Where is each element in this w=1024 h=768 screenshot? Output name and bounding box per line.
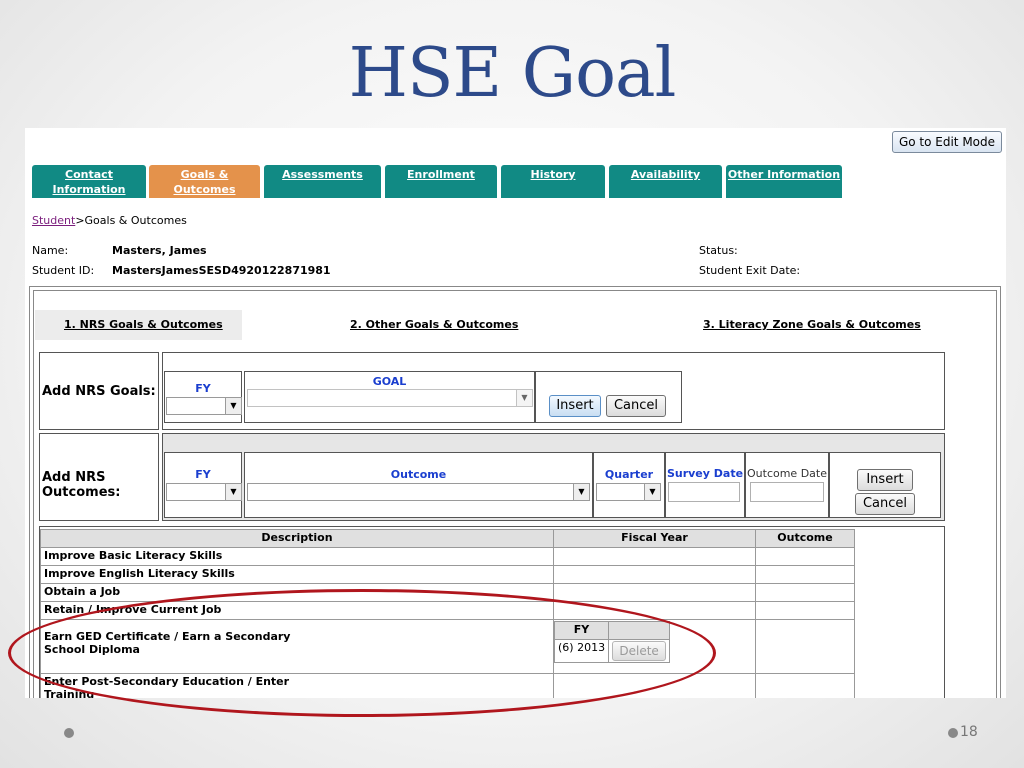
goal-description: Retain / Improve Current Job bbox=[40, 601, 554, 620]
fiscal-year-header: Fiscal Year bbox=[553, 529, 756, 548]
outcomes-fy-header: FY bbox=[195, 468, 211, 481]
delete-goal-button[interactable]: Delete bbox=[612, 641, 667, 661]
goals-cancel-button[interactable]: Cancel bbox=[606, 395, 666, 417]
breadcrumb: Student>Goals & Outcomes bbox=[32, 214, 187, 227]
chevron-down-icon: ▼ bbox=[225, 484, 241, 500]
outcomes-cancel-button[interactable]: Cancel bbox=[855, 493, 915, 515]
outcomes-quarter-header: Quarter bbox=[604, 468, 654, 481]
goals-goal-header: GOAL bbox=[372, 375, 407, 388]
goals-table: Description Fiscal Year Outcome Improve … bbox=[40, 529, 855, 698]
tab-assessments[interactable]: Assessments bbox=[264, 165, 381, 198]
goals-fy-select[interactable]: ▼ bbox=[166, 397, 242, 415]
tab-other-information[interactable]: Other Information bbox=[726, 165, 842, 198]
chevron-down-icon: ▼ bbox=[644, 484, 660, 500]
description-header: Description bbox=[40, 529, 554, 548]
outcomes-quarter-select[interactable]: ▼ bbox=[596, 483, 661, 501]
outcomes-fy-select[interactable]: ▼ bbox=[166, 483, 242, 501]
goal-description: Earn GED Certificate / Earn a Secondary … bbox=[44, 630, 291, 656]
goals-insert-button[interactable]: Insert bbox=[549, 395, 601, 417]
chevron-down-icon: ▼ bbox=[516, 390, 532, 406]
table-row: Enter Post-Secondary Education / Enter T… bbox=[40, 673, 855, 698]
status-label: Status: bbox=[699, 244, 738, 257]
chevron-down-icon: ▼ bbox=[225, 398, 241, 414]
outcomes-survey-header: Survey Date bbox=[666, 467, 744, 480]
fy-subtable: FY (6) 2013 Delete bbox=[553, 621, 671, 663]
bullet-dot-left bbox=[64, 728, 74, 738]
outcomes-insert-button[interactable]: Insert bbox=[857, 469, 913, 491]
outcomes-outcome-header: Outcome bbox=[390, 468, 447, 481]
tab-goals-outcomes[interactable]: Goals & Outcomes bbox=[149, 165, 260, 198]
subtab-other-goals[interactable]: 2. Other Goals & Outcomes bbox=[350, 310, 518, 340]
subtab-nrs-goals[interactable]: 1. NRS Goals & Outcomes bbox=[64, 310, 223, 340]
student-id-label: Student ID: bbox=[32, 264, 95, 277]
fy-sub-header: FY bbox=[553, 621, 610, 640]
bullet-dot-right bbox=[948, 728, 958, 738]
subtab-literacy-zone[interactable]: 3. Literacy Zone Goals & Outcomes bbox=[703, 310, 921, 340]
page-number: 18 bbox=[960, 724, 978, 740]
table-row: Obtain a Job bbox=[40, 583, 855, 602]
breadcrumb-current: Goals & Outcomes bbox=[84, 214, 187, 227]
survey-date-input[interactable] bbox=[668, 482, 740, 502]
outcomes-date-header: Outcome Date bbox=[747, 467, 827, 480]
goal-description: Obtain a Job bbox=[40, 583, 554, 602]
tab-enrollment[interactable]: Enrollment bbox=[385, 165, 497, 198]
outcomes-outcome-select[interactable]: ▼ bbox=[247, 483, 590, 501]
add-outcomes-label: Add NRS Outcomes: bbox=[42, 470, 121, 500]
breadcrumb-student-link[interactable]: Student bbox=[32, 214, 75, 227]
student-id: MastersJamesSESD4920122871981 bbox=[112, 264, 331, 277]
tab-contact-information[interactable]: Contact Information bbox=[32, 165, 146, 198]
breadcrumb-separator: > bbox=[75, 214, 85, 227]
tab-availability[interactable]: Availability bbox=[609, 165, 722, 198]
table-row: Earn GED Certificate / Earn a Secondary … bbox=[40, 619, 855, 674]
app-screenshot: Go to Edit Mode Contact Information Goal… bbox=[25, 128, 1006, 698]
table-row: Improve Basic Literacy Skills bbox=[40, 547, 855, 566]
outcome-date-input[interactable] bbox=[750, 482, 824, 502]
slide-title: HSE Goal bbox=[348, 34, 677, 113]
exit-date-label: Student Exit Date: bbox=[699, 264, 801, 277]
edit-mode-button[interactable]: Go to Edit Mode bbox=[892, 131, 1002, 153]
goals-goal-select[interactable]: ▼ bbox=[247, 389, 533, 407]
tab-history[interactable]: History bbox=[501, 165, 605, 198]
chevron-down-icon: ▼ bbox=[573, 484, 589, 500]
name-label: Name: bbox=[32, 244, 69, 257]
fy-value: (6) 2013 bbox=[553, 639, 610, 663]
student-name: Masters, James bbox=[112, 244, 207, 257]
add-goals-label: Add NRS Goals: bbox=[42, 384, 156, 399]
outcome-header: Outcome bbox=[755, 529, 855, 548]
goal-description: Improve English Literacy Skills bbox=[40, 565, 554, 584]
goals-fy-header: FY bbox=[195, 382, 211, 395]
table-row: Retain / Improve Current Job bbox=[40, 601, 855, 620]
table-row: Improve English Literacy Skills bbox=[40, 565, 855, 584]
goal-description: Improve Basic Literacy Skills bbox=[40, 547, 554, 566]
goal-description: Enter Post-Secondary Education / Enter T… bbox=[44, 675, 290, 698]
